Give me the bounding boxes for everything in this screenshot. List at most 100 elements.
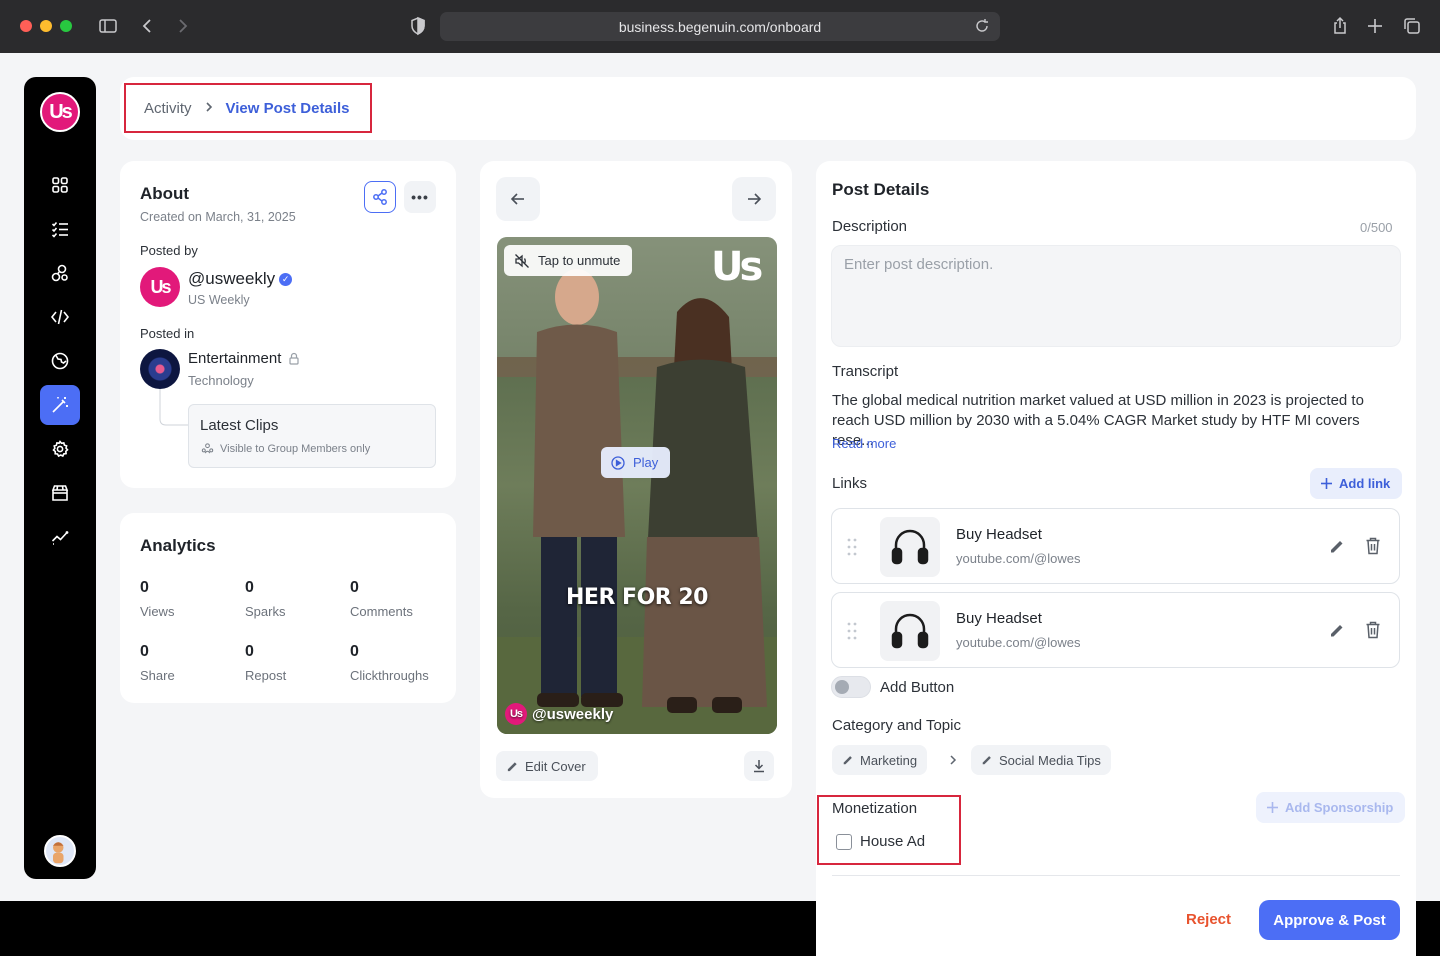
about-card: About Created on March, 31, 2025 ••• Pos… xyxy=(120,161,456,488)
video-player[interactable]: Tap to unmute Us Play HER FOR 20 Us @usw… xyxy=(497,237,777,734)
nav-community-icon[interactable] xyxy=(40,253,80,293)
muted-speaker-icon xyxy=(515,253,529,268)
analytics-title: Analytics xyxy=(140,536,216,555)
add-sponsorship-button[interactable]: Add Sponsorship xyxy=(1256,792,1406,823)
watermark-handle-row: Us @usweekly xyxy=(505,703,613,725)
community-avatar[interactable] xyxy=(140,349,180,389)
ellipsis-icon: ••• xyxy=(411,189,429,205)
creator-handle-row[interactable]: @usweekly ✓ xyxy=(188,269,293,289)
verified-badge-icon: ✓ xyxy=(279,273,293,287)
community-name: Entertainment xyxy=(188,350,282,367)
link-title: Buy Headset xyxy=(956,610,1042,627)
creator-avatar[interactable]: Us xyxy=(140,267,180,307)
clickthroughs-count: 0 xyxy=(350,643,359,660)
breadcrumb: Activity View Post Details xyxy=(124,83,372,133)
analytics-card: Analytics 0 Views 0 Sparks 0 Comments 0 … xyxy=(120,513,456,703)
previous-post-button[interactable] xyxy=(496,177,540,221)
drag-handle-icon[interactable] xyxy=(846,621,858,641)
creator-handle: @usweekly xyxy=(188,269,276,288)
forward-icon[interactable] xyxy=(170,14,194,38)
pencil-icon xyxy=(982,756,991,765)
media-card: Tap to unmute Us Play HER FOR 20 Us @usw… xyxy=(480,161,792,798)
nav-store-icon[interactable] xyxy=(40,473,80,513)
user-avatar[interactable] xyxy=(44,835,76,867)
creator-display-name: US Weekly xyxy=(188,293,250,307)
video-caption: HER FOR 20 xyxy=(566,585,709,610)
delete-link-icon[interactable] xyxy=(1365,537,1381,555)
headset-icon xyxy=(891,613,929,649)
new-tab-icon[interactable] xyxy=(1363,14,1387,38)
nav-analytics-icon[interactable] xyxy=(40,517,80,557)
edit-link-icon[interactable] xyxy=(1328,537,1346,555)
link-item[interactable]: Buy Headset youtube.com/@lowes xyxy=(831,592,1400,668)
created-date: Created on March, 31, 2025 xyxy=(140,210,296,224)
arrow-right-icon xyxy=(748,193,762,205)
address-bar[interactable]: business.begenuin.com/onboard xyxy=(440,12,1000,41)
edit-link-icon[interactable] xyxy=(1328,621,1346,639)
posted-in-label: Posted in xyxy=(140,326,195,341)
nav-magic-wand-icon[interactable] xyxy=(40,385,80,425)
add-link-button[interactable]: Add link xyxy=(1310,468,1403,499)
next-post-button[interactable] xyxy=(732,177,776,221)
reload-icon[interactable] xyxy=(974,18,990,34)
back-icon[interactable] xyxy=(136,14,160,38)
tap-to-unmute-button[interactable]: Tap to unmute xyxy=(504,245,633,276)
minimize-window-button[interactable] xyxy=(40,20,52,32)
browser-toolbar: business.begenuin.com/onboard xyxy=(0,0,1440,53)
drag-handle-icon[interactable] xyxy=(846,537,858,557)
plus-icon xyxy=(1267,802,1278,813)
nav-grid-icon[interactable] xyxy=(40,165,80,205)
nav-settings-icon[interactable] xyxy=(40,429,80,469)
tab-overview-icon[interactable] xyxy=(1400,14,1424,38)
category-value: Marketing xyxy=(860,752,918,768)
link-url: youtube.com/@lowes xyxy=(956,551,1081,566)
edit-cover-button[interactable]: Edit Cover xyxy=(496,751,598,781)
download-button[interactable] xyxy=(744,751,774,781)
add-sponsorship-label: Add Sponsorship xyxy=(1285,800,1394,815)
group-card[interactable]: Latest Clips Visible to Group Members on… xyxy=(188,404,436,468)
link-item[interactable]: Buy Headset youtube.com/@lowes xyxy=(831,508,1400,584)
description-placeholder: Enter post description. xyxy=(844,256,994,273)
add-link-label: Add link xyxy=(1339,476,1391,491)
sparks-label: Sparks xyxy=(245,604,286,619)
brand-logo[interactable]: Us xyxy=(40,92,80,132)
category-chip[interactable]: Marketing xyxy=(832,745,928,775)
brand-logo-text: Us xyxy=(49,100,73,123)
views-label: Views xyxy=(140,604,175,619)
share-button[interactable] xyxy=(364,181,396,213)
clickthroughs-label: Clickthroughs xyxy=(350,668,429,683)
description-label: Description xyxy=(832,218,908,235)
link-thumbnail xyxy=(880,601,940,661)
lock-icon xyxy=(289,352,299,365)
topic-chip[interactable]: Social Media Tips xyxy=(971,745,1111,775)
pencil-icon xyxy=(843,756,852,765)
repost-label: Repost xyxy=(245,668,287,683)
category-topic-label: Category and Topic xyxy=(832,717,961,734)
reject-button[interactable]: Reject xyxy=(1186,911,1231,928)
sidebar-toggle-icon[interactable] xyxy=(96,14,120,38)
house-ad-label: House Ad xyxy=(860,833,926,850)
play-button[interactable]: Play xyxy=(601,447,671,478)
tap-to-unmute-label: Tap to unmute xyxy=(538,253,621,268)
add-button-toggle[interactable] xyxy=(831,676,871,698)
read-more-link[interactable]: Read more xyxy=(832,436,896,451)
maximize-window-button[interactable] xyxy=(60,20,72,32)
close-window-button[interactable] xyxy=(20,20,32,32)
post-details-card: Post Details Description 0/500 Enter pos… xyxy=(816,161,1416,956)
breadcrumb-bar: Activity View Post Details xyxy=(120,77,1416,140)
delete-link-icon[interactable] xyxy=(1365,621,1381,639)
description-input[interactable]: Enter post description. xyxy=(831,245,1401,347)
share-icon[interactable] xyxy=(1328,14,1352,38)
watermark-avatar: Us xyxy=(505,703,527,725)
breadcrumb-activity-link[interactable]: Activity xyxy=(144,100,192,117)
nav-code-icon[interactable] xyxy=(40,297,80,337)
repost-count: 0 xyxy=(245,643,254,660)
nav-list-icon[interactable] xyxy=(40,209,80,249)
house-ad-checkbox[interactable] xyxy=(836,834,852,850)
shield-icon[interactable] xyxy=(406,14,430,38)
approve-post-button[interactable]: Approve & Post xyxy=(1259,900,1400,940)
community-row[interactable]: Entertainment xyxy=(188,350,301,367)
nav-globe-icon[interactable] xyxy=(40,341,80,381)
topic-value: Social Media Tips xyxy=(999,752,1101,768)
more-options-button[interactable]: ••• xyxy=(404,181,436,213)
